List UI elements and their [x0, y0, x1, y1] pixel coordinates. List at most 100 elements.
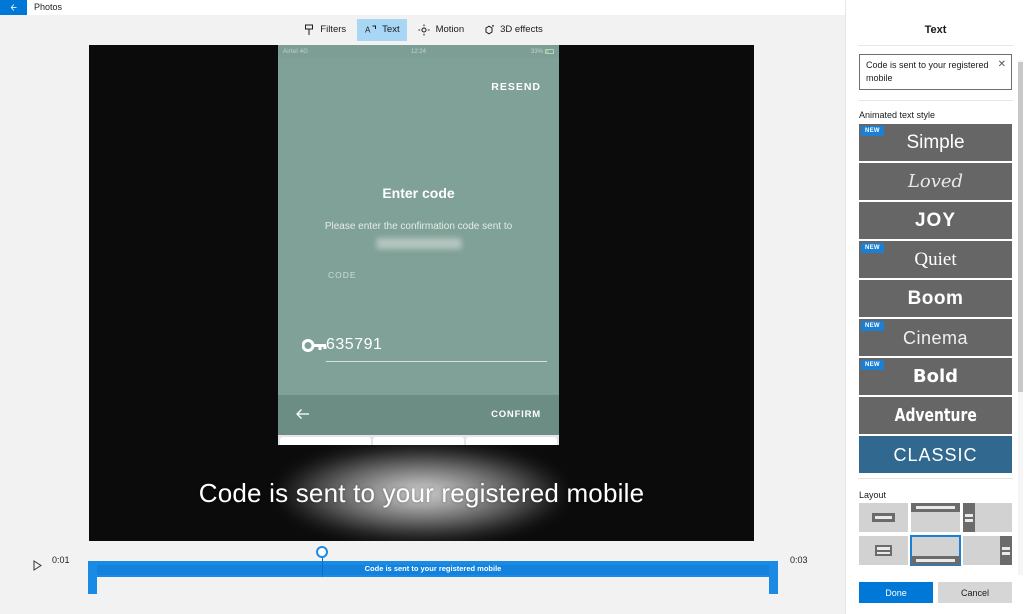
play-icon [33, 560, 42, 571]
layout-thumb-bar-inner [1002, 547, 1010, 550]
tab-motion[interactable]: Motion [411, 19, 472, 41]
editor-toolbar: Filters A Text Motion 3D effects [0, 15, 845, 44]
style-option-adventure[interactable]: Adventure [859, 397, 1012, 434]
layout-option-center-small[interactable] [859, 503, 908, 532]
video-preview[interactable]: Airtel 4G 12:24 33% RESEND Enter code Pl… [89, 45, 754, 541]
layout-option-right-side[interactable] [963, 536, 1012, 565]
tab-filters[interactable]: Filters [295, 19, 353, 41]
layout-thumb-bar-inner [875, 516, 892, 519]
confirm-button[interactable]: CONFIRM [491, 409, 541, 420]
animated-text-style-list: NEW Simple Loved JOY NEW Quiet Boom NEW … [859, 124, 1012, 475]
phone-nav-bar: CONFIRM [278, 395, 559, 435]
style-option-quiet[interactable]: NEW Quiet [859, 241, 1012, 278]
layout-thumb-bar-inner [965, 519, 973, 522]
style-option-loved[interactable]: Loved [859, 163, 1012, 200]
style-option-simple[interactable]: NEW Simple [859, 124, 1012, 161]
animated-text-style-label: Animated text style [859, 110, 936, 120]
tab-text-label: Text [382, 24, 400, 35]
status-carrier: Airtel 4G [283, 48, 309, 55]
code-value: 635791 [326, 336, 383, 353]
text-input-value: Code is sent to your registered mobile [866, 60, 989, 83]
style-option-label: Loved [907, 170, 964, 192]
3d-effects-icon [482, 23, 495, 36]
style-option-label: Quiet [914, 249, 957, 270]
panel-scrollbar-thumb[interactable] [1018, 62, 1023, 392]
style-option-boom[interactable]: Boom [859, 280, 1012, 317]
style-option-cinema[interactable]: NEW Cinema [859, 319, 1012, 356]
resend-button[interactable]: RESEND [491, 81, 541, 93]
caption-overlay-text: Code is sent to your registered mobile [198, 477, 645, 508]
caption-overlay-band: Code is sent to your registered mobile [89, 445, 754, 541]
layout-thumb-bar-inner [877, 547, 890, 550]
panel-divider-layout [858, 478, 1013, 479]
layout-section-label: Layout [859, 490, 887, 500]
phone-heading: Enter code [382, 185, 455, 201]
timeline: 0:01 0:03 Code is sent to your registere… [0, 541, 845, 614]
panel-divider-mid [858, 100, 1013, 101]
tab-3d-effects[interactable]: 3D effects [475, 19, 550, 41]
layout-option-top-wide[interactable] [911, 503, 960, 532]
layout-option-bottom-wide[interactable] [910, 535, 961, 566]
svg-text:A: A [365, 25, 371, 34]
tab-text[interactable]: A Text [357, 18, 407, 41]
panel-action-buttons: Done Cancel [859, 582, 1012, 603]
panel-divider-top [858, 45, 1013, 46]
new-badge: NEW [861, 360, 884, 370]
phone-screen-frame: Airtel 4G 12:24 33% RESEND Enter code Pl… [278, 45, 559, 445]
timeline-track[interactable]: Code is sent to your registered mobile [88, 546, 778, 594]
keypad-key[interactable]: 3 DEF [466, 437, 557, 445]
style-option-classic[interactable]: CLASSIC [859, 436, 1012, 473]
phone-keypad: 1 2 ABC 3 DEF [278, 435, 559, 445]
playhead-handle[interactable] [316, 546, 328, 558]
photos-video-editor-window: Photos Filters A Text Motion 3D effects … [0, 0, 1024, 614]
keypad-key[interactable]: 1 [280, 437, 371, 445]
new-badge: NEW [861, 321, 884, 331]
motion-icon [418, 23, 431, 36]
panel-title: Text [924, 24, 947, 36]
layout-option-center-stack[interactable] [859, 536, 908, 565]
tab-3d-effects-label: 3D effects [500, 24, 543, 35]
layout-thumb-bar-inner [916, 559, 955, 562]
back-button[interactable] [0, 0, 27, 15]
masked-phone-number [376, 238, 461, 249]
new-badge: NEW [861, 126, 884, 136]
style-option-label: Adventure [894, 404, 977, 426]
text-side-panel: Text Code is sent to your registered mob… [845, 0, 1024, 614]
layout-thumb-bar-inner [965, 514, 973, 517]
text-input[interactable]: Code is sent to your registered mobile ✕ [859, 54, 1012, 90]
status-battery-group: 33% [531, 49, 554, 55]
phone-subheading: Please enter the confirmation code sent … [324, 221, 513, 232]
timeline-start-time: 0:01 [52, 555, 70, 565]
filters-icon [302, 23, 315, 36]
phone-status-bar: Airtel 4G 12:24 33% [278, 45, 559, 58]
done-button[interactable]: Done [859, 582, 933, 603]
phone-back-arrow-icon[interactable] [296, 407, 310, 425]
cancel-button[interactable]: Cancel [938, 582, 1012, 603]
style-option-label: Boom [907, 288, 964, 309]
trim-handle-right[interactable] [769, 561, 778, 594]
status-time: 12:24 [410, 48, 427, 55]
style-option-label: CLASSIC [893, 444, 978, 465]
text-icon: A [364, 23, 377, 36]
status-battery-label: 33% [530, 48, 543, 55]
layout-option-left-side[interactable] [963, 503, 1012, 532]
layout-thumb-bar [963, 503, 975, 532]
code-underline [326, 361, 547, 362]
style-option-joy[interactable]: JOY [859, 202, 1012, 239]
new-badge: NEW [861, 243, 884, 253]
timeline-clip-label: Code is sent to your registered mobile [364, 564, 502, 573]
style-option-bold[interactable]: NEW Bold [859, 358, 1012, 395]
keypad-key[interactable]: 2 ABC [373, 437, 464, 445]
play-button[interactable] [33, 558, 42, 576]
layout-thumb-bar [1000, 536, 1012, 565]
style-option-label: JOY [914, 210, 957, 231]
layout-thumb-bar-inner [877, 551, 890, 554]
app-title: Photos [34, 2, 63, 12]
style-option-label: Simple [906, 132, 965, 153]
trim-handle-left[interactable] [88, 561, 97, 594]
close-icon[interactable]: ✕ [998, 60, 1006, 70]
style-option-label: Cinema [902, 327, 969, 348]
tab-filters-label: Filters [320, 24, 347, 35]
tab-motion-label: Motion [435, 24, 465, 35]
preview-stage: Airtel 4G 12:24 33% RESEND Enter code Pl… [0, 44, 845, 541]
